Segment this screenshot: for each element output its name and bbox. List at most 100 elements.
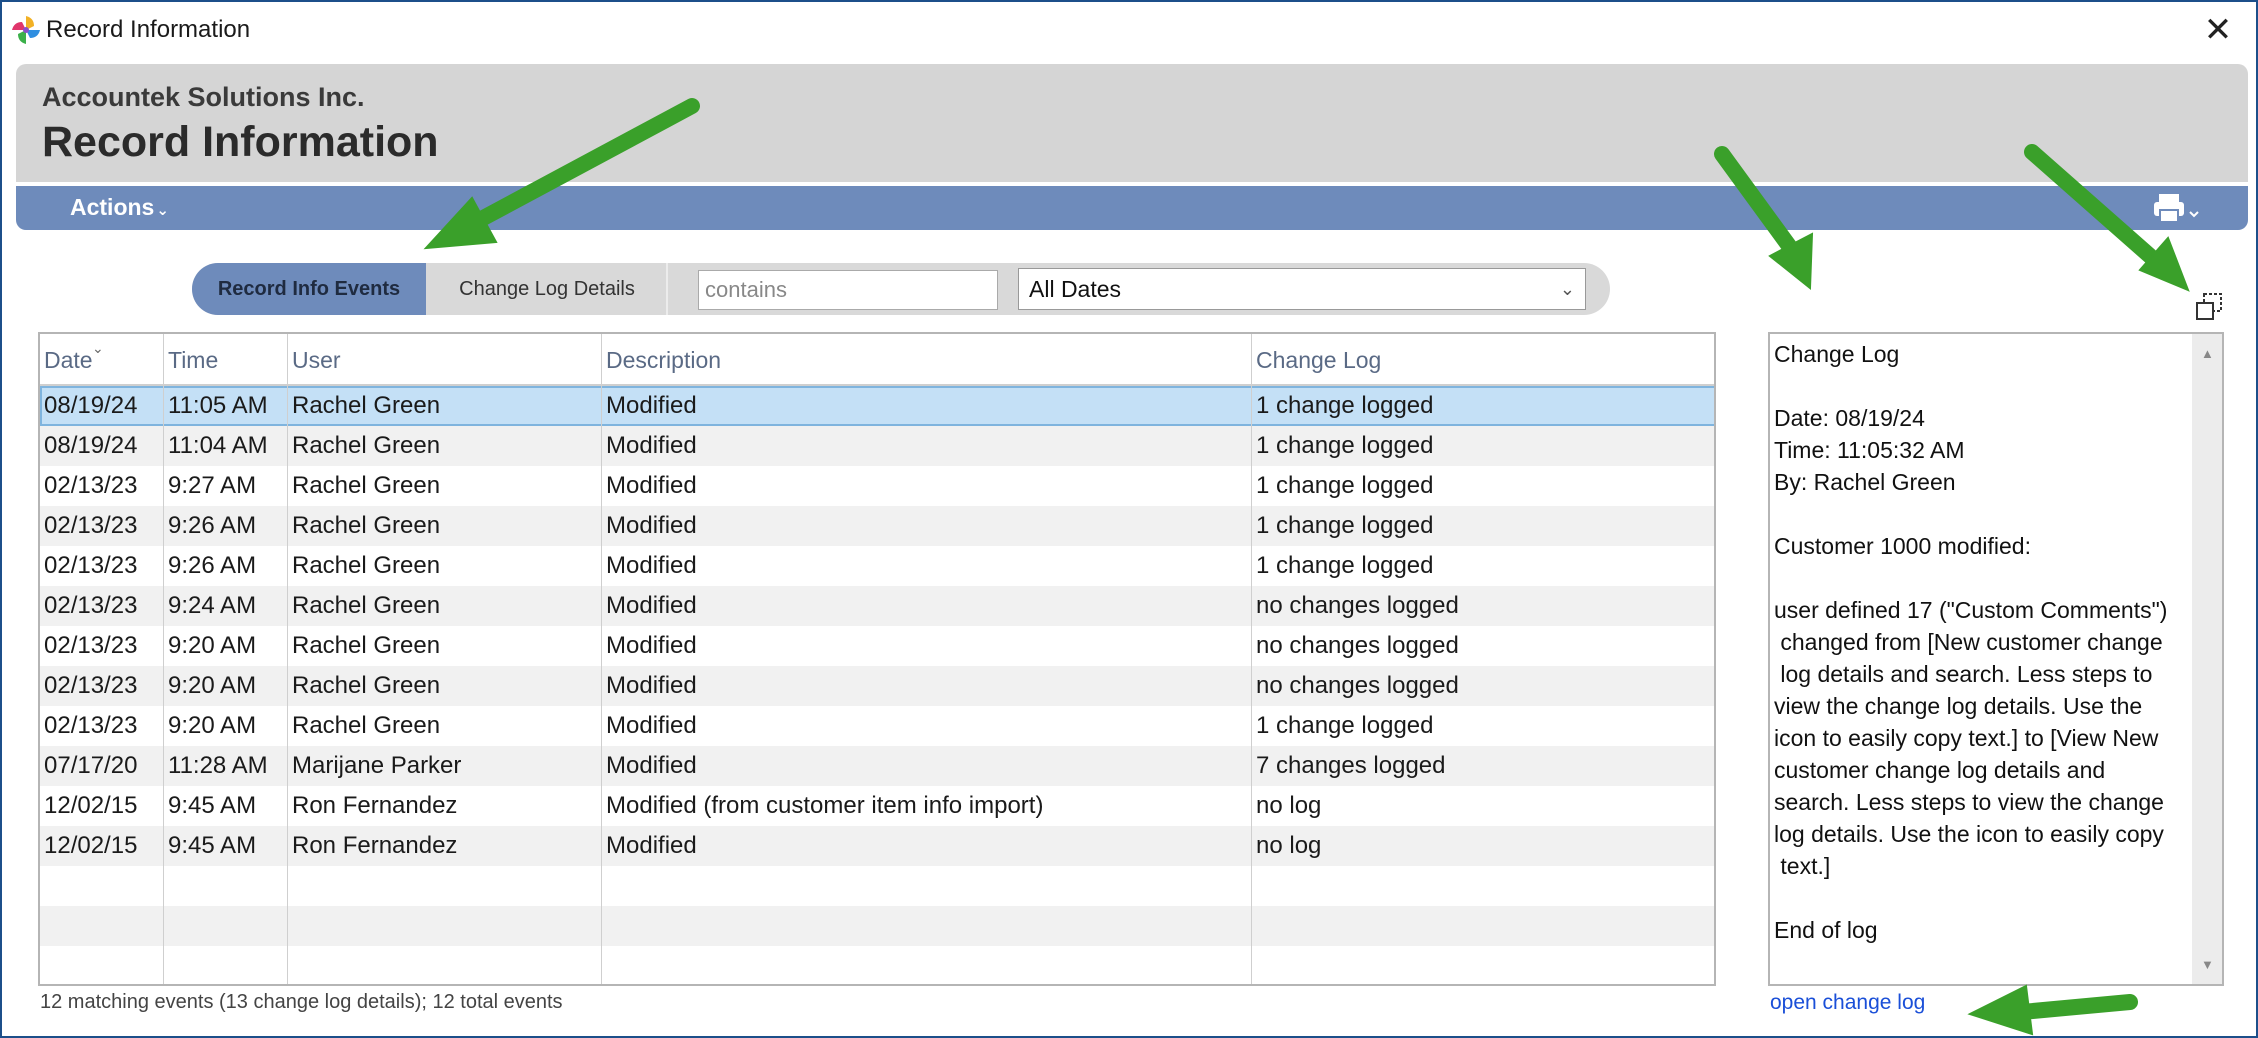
pinwheel-app-icon <box>12 16 40 44</box>
table-row[interactable]: 12/02/15 9:45 AM Ron Fernandez Modified no l… <box>40 826 1714 866</box>
chevron-down-icon: ⌄ <box>1559 279 1575 299</box>
table-row[interactable]: 02/13/23 9:27 AM Rachel Green Modified 1 cha… <box>40 466 1714 506</box>
cell-user: Ron Fernandez <box>288 826 602 866</box>
cell-date: 12/02/15 <box>40 826 164 866</box>
printer-icon[interactable] <box>2150 192 2204 224</box>
open-change-log-link[interactable]: open change log <box>1770 991 1925 1015</box>
cell-description <box>602 906 1252 946</box>
table-row[interactable]: 02/13/23 9:20 AM Rachel Green Modified no ch… <box>40 626 1714 666</box>
cell-date: 07/17/20 <box>40 746 164 786</box>
cell-change-log: no changes logged <box>1252 586 1714 626</box>
table-row[interactable]: 02/13/23 9:20 AM Rachel Green Modified no ch… <box>40 666 1714 706</box>
cell-change-log: 1 change logged <box>1252 466 1714 506</box>
cell-description: Modified <box>602 506 1252 546</box>
table-row[interactable]: 02/13/23 9:26 AM Rachel Green Modified 1 cha… <box>40 506 1714 546</box>
table-row[interactable]: 08/19/24 11:04 AM Rachel Green Modified 1 ch… <box>40 426 1714 466</box>
change-log-panel: Change Log Date: 08/19/24 Time: 11:05:32… <box>1768 332 2224 986</box>
popout-copy-icon[interactable] <box>2194 292 2224 322</box>
empty-table-row <box>40 906 1714 946</box>
cell-date: 08/19/24 <box>40 386 164 426</box>
column-header-date[interactable]: ⌄ Date <box>40 334 164 386</box>
empty-table-row <box>40 866 1714 906</box>
close-button[interactable]: ✕ <box>2198 10 2238 50</box>
scroll-down-icon[interactable]: ▼ <box>2201 957 2214 972</box>
company-name: Accountek Solutions Inc. <box>42 82 365 112</box>
cell-description: Modified <box>602 386 1252 426</box>
cell-user <box>288 946 602 984</box>
cell-user: Rachel Green <box>288 466 602 506</box>
change-log-scrollbar[interactable]: ▲ ▼ <box>2192 334 2222 984</box>
cell-user: Rachel Green <box>288 546 602 586</box>
cell-change-log: no changes logged <box>1252 626 1714 666</box>
cell-user <box>288 866 602 906</box>
column-header-description[interactable]: Description <box>602 334 1252 386</box>
actions-label: Actions <box>70 194 155 220</box>
cell-time: 9:27 AM <box>164 466 288 506</box>
cell-description: Modified <box>602 626 1252 666</box>
cell-description: Modified <box>602 746 1252 786</box>
cell-user: Rachel Green <box>288 426 602 466</box>
cell-date: 02/13/23 <box>40 706 164 746</box>
cell-change-log <box>1252 906 1714 946</box>
cell-user <box>288 906 602 946</box>
empty-table-row <box>40 946 1714 984</box>
title-bar: Record Information ✕ <box>2 2 2256 60</box>
table-row[interactable]: 02/13/23 9:24 AM Rachel Green Modified no ch… <box>40 586 1714 626</box>
record-information-window: Record Information ✕ Accountek Solutions… <box>0 0 2258 1038</box>
cell-description: Modified <box>602 586 1252 626</box>
cell-change-log <box>1252 946 1714 984</box>
close-icon: ✕ <box>2203 11 2233 49</box>
tab-change-log-details[interactable]: Change Log Details <box>428 263 668 315</box>
cell-change-log: no log <box>1252 786 1714 826</box>
cell-user: Rachel Green <box>288 386 602 426</box>
cell-date: 12/02/15 <box>40 786 164 826</box>
date-range-value: All Dates <box>1029 276 1122 302</box>
cell-date: 02/13/23 <box>40 626 164 666</box>
column-header-user[interactable]: User <box>288 334 602 386</box>
cell-date: 02/13/23 <box>40 666 164 706</box>
table-row[interactable]: 02/13/23 9:26 AM Rachel Green Modified 1 cha… <box>40 546 1714 586</box>
cell-time: 9:20 AM <box>164 666 288 706</box>
cell-description: Modified <box>602 826 1252 866</box>
cell-change-log: 7 changes logged <box>1252 746 1714 786</box>
cell-time: 9:45 AM <box>164 786 288 826</box>
page-header: Accountek Solutions Inc. Record Informat… <box>16 64 2248 182</box>
cell-time: 11:28 AM <box>164 746 288 786</box>
cell-description: Modified <box>602 546 1252 586</box>
cell-change-log: 1 change logged <box>1252 426 1714 466</box>
tab-record-info-events[interactable]: Record Info Events <box>192 263 426 315</box>
cell-date <box>40 946 164 984</box>
cell-date <box>40 906 164 946</box>
search-input[interactable] <box>698 270 998 310</box>
cell-user: Rachel Green <box>288 506 602 546</box>
column-header-time[interactable]: Time <box>164 334 288 386</box>
scroll-up-icon[interactable]: ▲ <box>2201 346 2214 361</box>
date-range-select[interactable]: All Dates ⌄ <box>1018 268 1586 310</box>
table-row[interactable]: 02/13/23 9:20 AM Rachel Green Modified 1 cha… <box>40 706 1714 746</box>
cell-change-log: 1 change logged <box>1252 706 1714 746</box>
cell-user: Rachel Green <box>288 626 602 666</box>
cell-date <box>40 866 164 906</box>
cell-date: 02/13/23 <box>40 586 164 626</box>
cell-time <box>164 906 288 946</box>
cell-change-log: 1 change logged <box>1252 546 1714 586</box>
column-header-change-log[interactable]: Change Log <box>1252 334 1714 386</box>
cell-change-log: 1 change logged <box>1252 386 1714 426</box>
cell-description: Modified <box>602 466 1252 506</box>
actions-menu-button[interactable]: Actions ⌄ <box>70 194 169 221</box>
status-summary: 12 matching events (13 change log detail… <box>40 991 563 1013</box>
cell-date: 02/13/23 <box>40 466 164 506</box>
cell-description: Modified (from customer item info import… <box>602 786 1252 826</box>
cell-description <box>602 946 1252 984</box>
cell-description: Modified <box>602 706 1252 746</box>
table-row[interactable]: 12/02/15 9:45 AM Ron Fernandez Modified (fr… <box>40 786 1714 826</box>
cell-time: 11:05 AM <box>164 386 288 426</box>
page-title: Record Information <box>42 118 439 166</box>
cell-change-log: 1 change logged <box>1252 506 1714 546</box>
table-row[interactable]: 07/17/20 11:28 AM Marijane Parker Modified 7… <box>40 746 1714 786</box>
cell-user: Rachel Green <box>288 706 602 746</box>
cell-change-log: no log <box>1252 826 1714 866</box>
cell-date: 02/13/23 <box>40 506 164 546</box>
change-log-text[interactable]: Change Log Date: 08/19/24 Time: 11:05:32… <box>1774 338 2192 946</box>
table-row[interactable]: 08/19/24 11:05 AM Rachel Green Modified 1 ch… <box>40 386 1714 426</box>
